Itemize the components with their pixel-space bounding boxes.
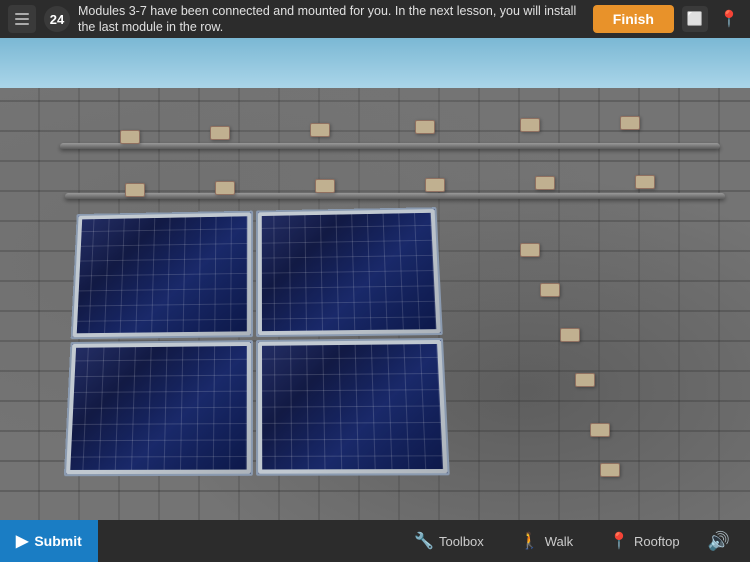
bracket-3	[310, 123, 330, 137]
panel-2-frame	[258, 209, 441, 335]
bottom-bar: ▶ Submit 🔧 Toolbox 🚶 Walk 📍 Rooftop 🔊	[0, 520, 750, 562]
submit-label: Submit	[34, 533, 81, 549]
bracket-1	[120, 130, 140, 144]
rail-lower	[65, 193, 726, 199]
window-button[interactable]: ⬜	[682, 6, 708, 32]
instruction-text: Modules 3-7 have been connected and moun…	[78, 3, 585, 36]
bracket-12	[635, 175, 655, 189]
bracket-8	[215, 181, 235, 195]
bracket-7	[125, 183, 145, 197]
panel-row-bottom	[64, 338, 452, 476]
bottom-nav: 🔧 Toolbox 🚶 Walk 📍 Rooftop 🔊	[98, 520, 750, 562]
panel-1-frame	[73, 213, 251, 338]
walk-icon: 🚶	[520, 531, 540, 551]
toolbox-icon: 🔧	[414, 531, 434, 551]
bracket-6	[620, 116, 640, 130]
walk-label: Walk	[545, 534, 573, 549]
menu-button[interactable]	[8, 5, 36, 33]
bracket-2	[210, 126, 230, 140]
bracket-17	[590, 423, 610, 437]
bracket-5	[520, 118, 540, 132]
location-icon: 📍	[719, 9, 739, 29]
bracket-11	[535, 176, 555, 190]
menu-icon	[15, 13, 29, 25]
solar-panel-3	[64, 340, 253, 476]
solar-panel-4	[256, 338, 450, 476]
bracket-16	[575, 373, 595, 387]
solar-panel-1	[71, 211, 253, 339]
step-badge: 24	[44, 6, 70, 32]
window-icon: ⬜	[687, 11, 703, 27]
nav-walk[interactable]: 🚶 Walk	[502, 520, 591, 562]
location-button[interactable]: 📍	[716, 6, 742, 32]
top-bar: 24 Modules 3-7 have been connected and m…	[0, 0, 750, 38]
bracket-18	[600, 463, 620, 477]
rail-upper	[60, 143, 721, 149]
nav-rooftop[interactable]: 📍 Rooftop	[591, 520, 697, 562]
volume-icon: 🔊	[708, 531, 730, 552]
panel-row-top	[71, 207, 445, 339]
bracket-10	[425, 178, 445, 192]
panel-3-frame	[66, 342, 251, 474]
bracket-4	[415, 120, 435, 134]
bracket-15	[560, 328, 580, 342]
roof	[0, 88, 750, 520]
submit-icon: ▶	[16, 531, 28, 551]
bracket-9	[315, 179, 335, 193]
rooftop-icon: 📍	[609, 531, 629, 551]
bracket-14	[540, 283, 560, 297]
nav-toolbox[interactable]: 🔧 Toolbox	[396, 520, 502, 562]
toolbox-label: Toolbox	[439, 534, 484, 549]
submit-button[interactable]: ▶ Submit	[0, 520, 98, 562]
solar-panel-array	[64, 207, 452, 480]
volume-button[interactable]: 🔊	[698, 520, 740, 562]
solar-panel-2	[256, 207, 443, 337]
panel-4-frame	[258, 340, 448, 474]
finish-button[interactable]: Finish	[593, 5, 674, 33]
bracket-13	[520, 243, 540, 257]
main-scene	[0, 38, 750, 520]
rooftop-label: Rooftop	[634, 534, 680, 549]
